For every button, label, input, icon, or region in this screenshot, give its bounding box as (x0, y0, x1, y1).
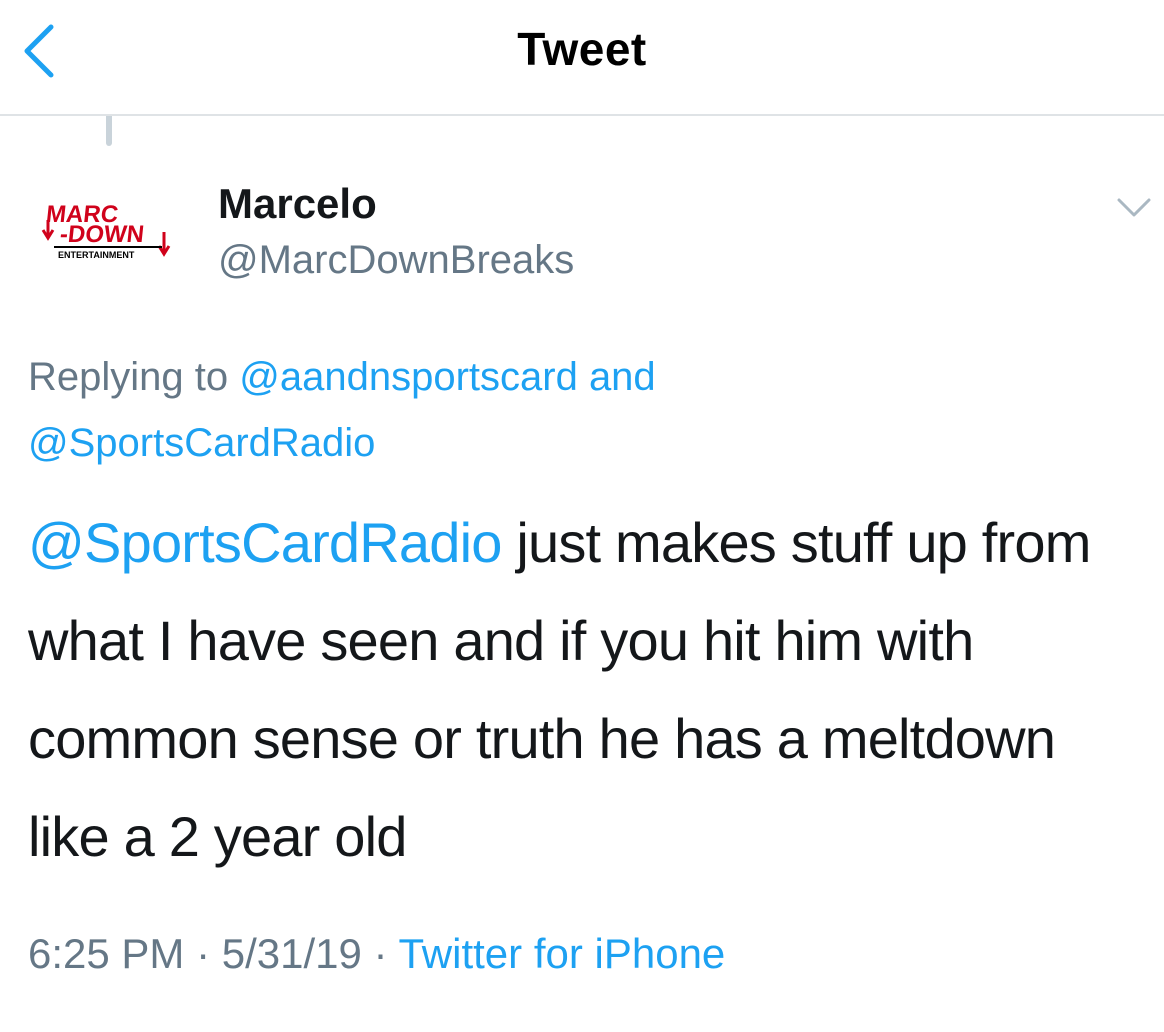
thread-connector-line (106, 116, 112, 146)
chevron-down-icon (1117, 198, 1151, 217)
mention-link[interactable]: @aandnsportscard (239, 355, 578, 399)
meta-separator: · (184, 930, 222, 977)
replying-to-label: Replying to (28, 355, 240, 399)
tweet-source-link[interactable]: Twitter for iPhone (398, 930, 725, 977)
navigation-bar: Tweet (0, 0, 1164, 116)
replying-to-line: Replying to @aandnsportscard and @SportsC… (28, 344, 1148, 476)
tweet-metadata: 6:25 PM · 5/31/19 · Twitter for iPhone (28, 930, 725, 978)
logo-text-entertainment: ENTERTAINMENT (58, 250, 135, 260)
marc-down-entertainment-logo: MARC -DOWN ENTERTAINMENT (41, 201, 171, 260)
meta-separator: · (361, 930, 399, 977)
mention-link[interactable]: @SportsCardRadio (28, 421, 375, 465)
user-display-name[interactable]: Marcelo (218, 180, 377, 228)
tweet-options-button[interactable] (1114, 188, 1154, 228)
tweet-time: 6:25 PM (28, 930, 185, 977)
page-title: Tweet (517, 23, 647, 75)
avatar[interactable]: MARC -DOWN ENTERTAINMENT (40, 178, 180, 278)
tweet-mention-link[interactable]: @SportsCardRadio (28, 511, 502, 574)
tweet-date: 5/31/19 (221, 930, 362, 977)
user-handle[interactable]: @MarcDownBreaks (218, 238, 574, 283)
logo-text-down: -DOWN (59, 221, 146, 248)
tweet-text: @SportsCardRadio just makes stuff up fro… (28, 494, 1148, 886)
replying-conjunction[interactable]: and (589, 355, 656, 399)
